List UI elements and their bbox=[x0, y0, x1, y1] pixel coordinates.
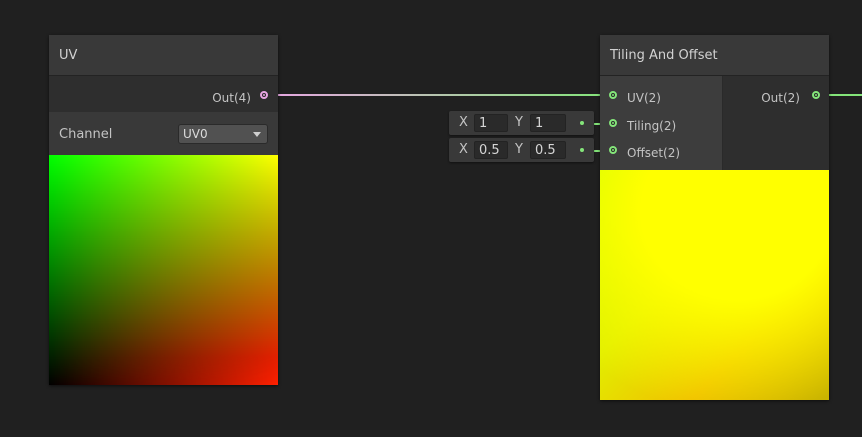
uv-node[interactable]: UV Out(4) Channel UV0 bbox=[49, 35, 278, 385]
tiling-out-port[interactable] bbox=[812, 91, 820, 99]
channel-dropdown-value: UV0 bbox=[183, 127, 208, 141]
tiling-offset-node-title[interactable]: Tiling And Offset bbox=[600, 35, 829, 76]
channel-dropdown[interactable]: UV0 bbox=[178, 124, 268, 144]
uv-input-port[interactable] bbox=[609, 91, 617, 99]
tiling-input-label: Tiling(2) bbox=[627, 119, 677, 133]
uv-preview bbox=[49, 155, 278, 385]
uv-out-label: Out(4) bbox=[212, 91, 251, 105]
tiling-offset-node[interactable]: Tiling And Offset UV(2) Tiling(2) Offset… bbox=[600, 35, 829, 400]
offset-input-label: Offset(2) bbox=[627, 146, 681, 160]
offset-x-label: X bbox=[459, 142, 468, 157]
offset-connector-dot bbox=[580, 148, 584, 152]
offset-x-field[interactable]: 0.5 bbox=[474, 141, 508, 159]
tiling-y-label: Y bbox=[515, 115, 523, 130]
wire-uv-to-tiling[interactable] bbox=[270, 94, 608, 96]
tiling-x-field[interactable]: 1 bbox=[474, 114, 508, 132]
channel-label: Channel bbox=[59, 127, 113, 142]
tiling-x-label: X bbox=[459, 115, 468, 130]
tiling-out-label: Out(2) bbox=[761, 91, 800, 105]
offset-y-label: Y bbox=[515, 142, 523, 157]
offset-y-field[interactable]: 0.5 bbox=[530, 141, 566, 159]
offset-input-port[interactable] bbox=[609, 146, 617, 154]
tiling-input-box: X 1 Y 1 bbox=[449, 111, 594, 135]
tiling-y-field[interactable]: 1 bbox=[530, 114, 566, 132]
offset-input-box: X 0.5 Y 0.5 bbox=[449, 138, 594, 162]
uv-node-title[interactable]: UV bbox=[49, 35, 278, 76]
uv-out-port[interactable] bbox=[260, 91, 268, 99]
tiling-connector-dot bbox=[580, 121, 584, 125]
uv-preview-overlay bbox=[49, 155, 278, 385]
uv-input-label: UV(2) bbox=[627, 91, 661, 105]
tiling-preview bbox=[600, 170, 829, 400]
tiling-input-port[interactable] bbox=[609, 119, 617, 127]
chevron-down-icon bbox=[253, 132, 261, 137]
